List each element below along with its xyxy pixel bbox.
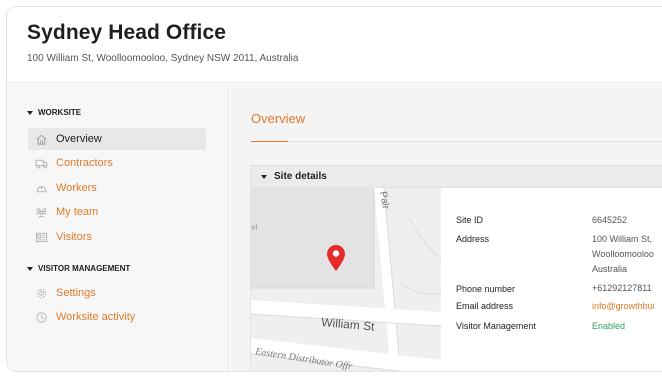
map-label-hotel: tel <box>251 223 258 232</box>
sidebar-section-worksite[interactable]: WORKSITE <box>27 108 81 117</box>
sidebar-item-worksite-activity[interactable]: Worksite activity <box>28 306 206 328</box>
sidebar: WORKSITE Overview Contractors Workers My <box>7 84 229 371</box>
sidebar-item-label: My team <box>56 206 99 218</box>
address-line: Australia <box>592 264 628 274</box>
sidebar-section-visitor-management[interactable]: VISITOR MANAGEMENT <box>27 264 130 273</box>
sidebar-item-label: Settings <box>56 287 96 299</box>
detail-value-address: 100 William St, Woolloomooloo Australia <box>592 232 654 276</box>
sidebar-item-workers[interactable]: Workers <box>28 177 206 199</box>
detail-value-site-id: 6645252 <box>592 215 628 225</box>
main-content: Overview Site details Palr el William St… <box>230 84 662 371</box>
site-map[interactable]: Palr tel William St Eastern Distributor … <box>251 188 441 371</box>
sidebar-item-label: Contractors <box>56 157 113 169</box>
panel-title: Site details <box>274 171 327 182</box>
sidebar-item-label: Workers <box>56 182 97 194</box>
tab-divider <box>251 141 662 142</box>
sidebar-item-overview[interactable]: Overview <box>28 128 206 150</box>
page-subtitle: 100 William St, Woolloomooloo, Sydney NS… <box>27 53 299 64</box>
page-header: Sydney Head Office 100 William St, Wooll… <box>7 7 662 83</box>
sidebar-section-label: WORKSITE <box>38 108 82 117</box>
truck-icon <box>34 156 48 170</box>
app-window: Sydney Head Office 100 William St, Wooll… <box>6 6 662 372</box>
id-card-icon <box>34 230 48 244</box>
site-details-header[interactable]: Site details <box>251 166 662 188</box>
home-icon <box>34 132 48 146</box>
address-line: 100 William St, <box>592 234 653 244</box>
detail-key-site-id: Site ID <box>456 215 484 225</box>
tab-overview[interactable]: Overview <box>251 111 305 126</box>
detail-key-email: Email address <box>456 301 514 311</box>
detail-value-visitor-management: Enabled <box>592 321 626 331</box>
gear-icon <box>34 286 48 300</box>
sidebar-section-label: VISITOR MANAGEMENT <box>38 264 131 273</box>
clock-icon <box>34 310 48 324</box>
caret-down-icon <box>27 110 33 115</box>
page-title: Sydney Head Office <box>27 21 227 44</box>
sidebar-item-label: Overview <box>56 133 102 145</box>
sidebar-item-label: Worksite activity <box>56 311 136 323</box>
detail-value-email[interactable]: info@growthbui <box>592 299 655 313</box>
caret-down-icon <box>27 266 33 271</box>
sidebar-item-my-team[interactable]: My team <box>28 201 206 223</box>
sidebar-item-contractors[interactable]: Contractors <box>28 152 206 174</box>
detail-key-visitor-management: Visitor Management <box>456 321 536 331</box>
caret-down-icon <box>261 174 267 179</box>
site-details-panel: Site details Palr tel Wil <box>250 165 662 371</box>
detail-value-phone: +61292127811 <box>592 283 652 293</box>
sidebar-item-settings[interactable]: Settings <box>28 282 206 304</box>
team-icon <box>34 205 48 219</box>
sidebar-item-label: Visitors <box>56 231 92 243</box>
tab-active-indicator <box>251 141 288 142</box>
detail-key-phone: Phone number <box>456 284 516 294</box>
hard-hat-icon <box>34 181 48 195</box>
address-line: Woolloomooloo <box>592 249 654 259</box>
sidebar-item-visitors[interactable]: Visitors <box>28 226 206 248</box>
site-details-list: Site ID 6645252 Address 100 William St, … <box>456 188 662 371</box>
detail-key-address: Address <box>456 234 490 244</box>
